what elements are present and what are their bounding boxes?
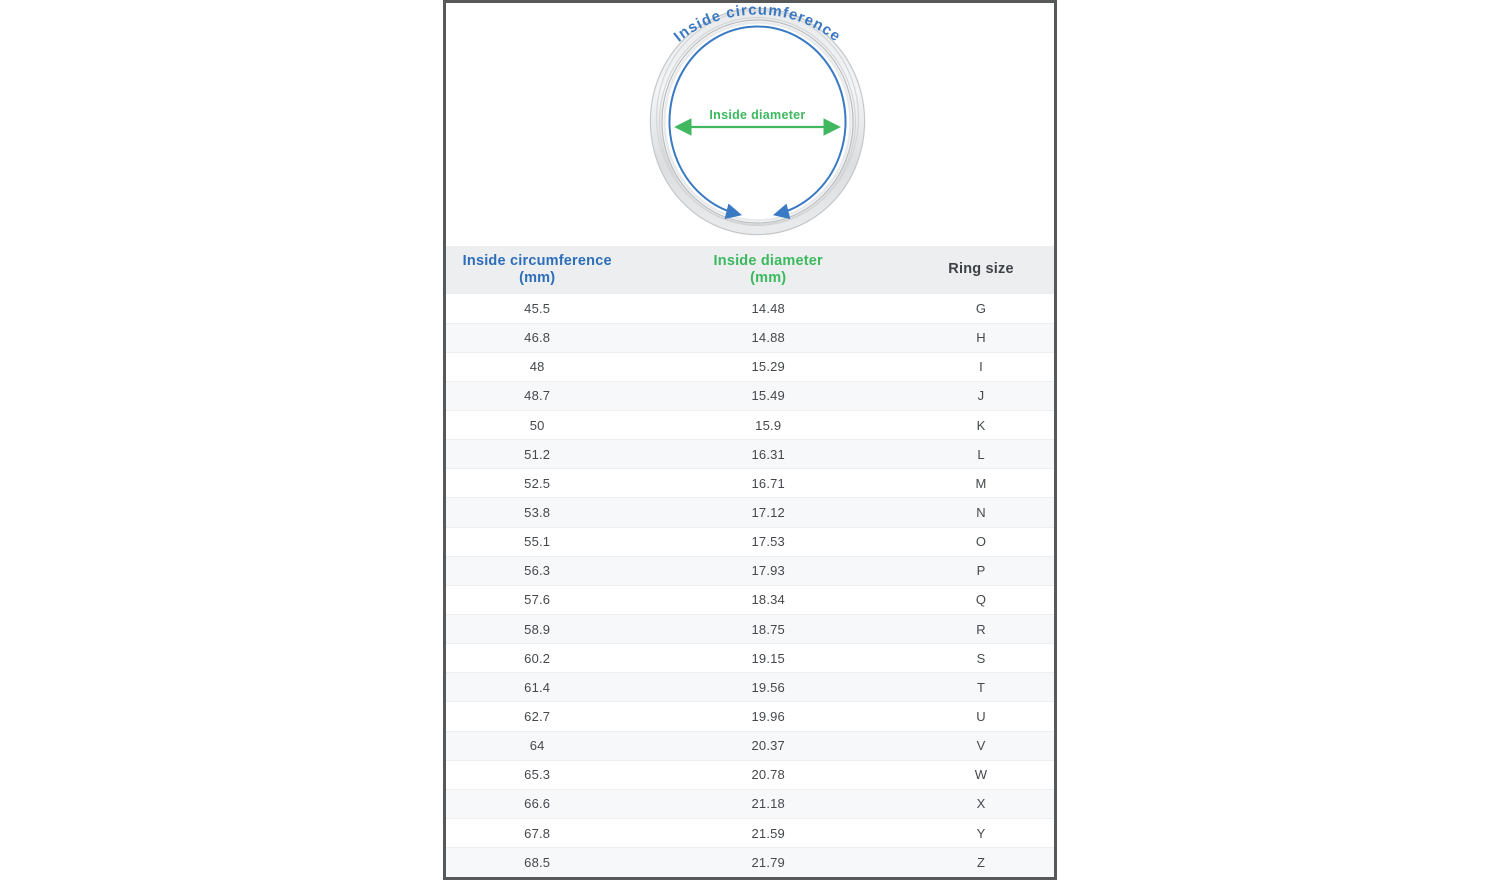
table-row: 46.814.88H (446, 323, 1054, 352)
table-cell: 21.18 (628, 789, 908, 818)
table-cell: 16.31 (628, 440, 908, 469)
table-row: 57.618.34Q (446, 585, 1054, 614)
table-row: 55.117.53O (446, 527, 1054, 556)
table-cell: 61.4 (446, 673, 628, 702)
table-cell: O (908, 527, 1054, 556)
header-ring-size: Ring size (908, 246, 1054, 294)
header-line2: (mm) (446, 270, 628, 287)
table-row: 48.715.49J (446, 381, 1054, 410)
table-cell: 19.56 (628, 673, 908, 702)
header-line1: Ring size (908, 261, 1054, 278)
table-cell: 14.88 (628, 323, 908, 352)
table-row: 60.219.15S (446, 644, 1054, 673)
table-row: 53.817.12N (446, 498, 1054, 527)
table-cell: W (908, 760, 1054, 789)
table-cell: 64 (446, 731, 628, 760)
table-cell: 20.37 (628, 731, 908, 760)
table-row: 45.514.48G (446, 294, 1054, 323)
table-row: 6420.37V (446, 731, 1054, 760)
inside-diameter-label: Inside diameter (709, 108, 805, 122)
header-line1: Inside circumference (446, 253, 628, 270)
table-cell: 51.2 (446, 440, 628, 469)
table-cell: L (908, 440, 1054, 469)
table-cell: 57.6 (446, 585, 628, 614)
table-cell: Z (908, 848, 1054, 877)
table-cell: G (908, 294, 1054, 323)
table-cell: V (908, 731, 1054, 760)
table-cell: 68.5 (446, 848, 628, 877)
table-header: Inside circumference (mm) Inside diamete… (446, 246, 1054, 294)
table-cell: 50 (446, 411, 628, 440)
table-cell: 46.8 (446, 323, 628, 352)
table-cell: 56.3 (446, 556, 628, 585)
table-cell: 21.59 (628, 819, 908, 848)
table-cell: 65.3 (446, 760, 628, 789)
table-cell: 18.75 (628, 615, 908, 644)
size-table-body: 45.514.48G46.814.88H4815.29I48.715.49J50… (446, 294, 1054, 877)
table-cell: 19.96 (628, 702, 908, 731)
table-cell: 48.7 (446, 381, 628, 410)
table-row: 66.621.18X (446, 789, 1054, 818)
table-cell: 17.53 (628, 527, 908, 556)
table-cell: 67.8 (446, 819, 628, 848)
table-cell: H (908, 323, 1054, 352)
table-cell: 58.9 (446, 615, 628, 644)
table-cell: X (908, 789, 1054, 818)
table-cell: P (908, 556, 1054, 585)
table-cell: 60.2 (446, 644, 628, 673)
table-cell: 17.93 (628, 556, 908, 585)
table-cell: 66.6 (446, 789, 628, 818)
table-cell: 14.48 (628, 294, 908, 323)
header-line1: Inside diameter (628, 253, 908, 270)
table-cell: 62.7 (446, 702, 628, 731)
table-row: 61.419.56T (446, 673, 1054, 702)
table-cell: 16.71 (628, 469, 908, 498)
ring-size-chart-panel: Inside diameter Inside circumference Ins… (443, 0, 1057, 880)
table-cell: Y (908, 819, 1054, 848)
table-cell: K (908, 411, 1054, 440)
table-row: 52.516.71M (446, 469, 1054, 498)
table-cell: T (908, 673, 1054, 702)
header-line2: (mm) (628, 270, 908, 287)
table-row: 4815.29I (446, 352, 1054, 381)
table-cell: N (908, 498, 1054, 527)
ring-diagram: Inside diameter Inside circumference (446, 3, 1054, 246)
table-cell: 52.5 (446, 469, 628, 498)
table-cell: 20.78 (628, 760, 908, 789)
table-row: 51.216.31L (446, 440, 1054, 469)
header-inside-circumference: Inside circumference (mm) (446, 246, 628, 294)
table-row: 67.821.59Y (446, 819, 1054, 848)
table-cell: 15.49 (628, 381, 908, 410)
table-cell: 48 (446, 352, 628, 381)
table-row: 56.317.93P (446, 556, 1054, 585)
table-cell: 15.29 (628, 352, 908, 381)
table-row: 62.719.96U (446, 702, 1054, 731)
table-row: 5015.9K (446, 411, 1054, 440)
header-inside-diameter: Inside diameter (mm) (628, 246, 908, 294)
table-cell: R (908, 615, 1054, 644)
ring-illustration: Inside diameter Inside circumference (446, 3, 1054, 246)
table-cell: S (908, 644, 1054, 673)
table-cell: 55.1 (446, 527, 628, 556)
table-cell: Q (908, 585, 1054, 614)
table-cell: 18.34 (628, 585, 908, 614)
table-row: 58.918.75R (446, 615, 1054, 644)
table-cell: 21.79 (628, 848, 908, 877)
table-row: 65.320.78W (446, 760, 1054, 789)
table-cell: 17.12 (628, 498, 908, 527)
table-cell: U (908, 702, 1054, 731)
table-cell: 53.8 (446, 498, 628, 527)
ring-size-table: Inside circumference (mm) Inside diamete… (446, 246, 1054, 877)
table-cell: I (908, 352, 1054, 381)
table-cell: 45.5 (446, 294, 628, 323)
table-cell: 15.9 (628, 411, 908, 440)
table-cell: J (908, 381, 1054, 410)
table-row: 68.521.79Z (446, 848, 1054, 877)
table-cell: 19.15 (628, 644, 908, 673)
table-cell: M (908, 469, 1054, 498)
